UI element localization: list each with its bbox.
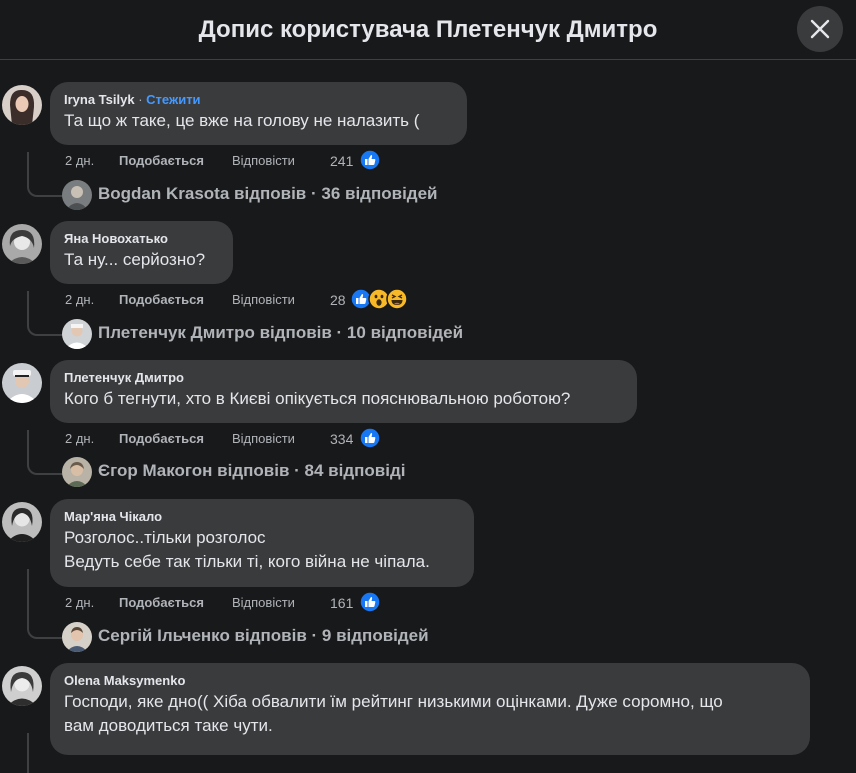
comment-time[interactable]: 2 дн. <box>65 429 94 449</box>
replies-summary: Єгор Макогон відповів · 84 відповіді <box>98 461 406 480</box>
avatar[interactable] <box>2 363 42 403</box>
replies-summary: Сергій Ільченко відповів · 9 відповідей <box>98 626 429 645</box>
like-button[interactable]: Подобається <box>119 151 204 171</box>
comment-text-line: Господи, яке дно(( Хіба обвалити їм рейт… <box>64 692 723 711</box>
thread-connector <box>27 291 65 336</box>
comment-bubble: Плетенчук Дмитро Кого б тегнути, хто в К… <box>50 360 637 423</box>
comment-bubble: Яна Новохатько Та ну... серйозно? <box>50 221 233 284</box>
reply-avatar <box>62 622 92 652</box>
reactions-count: 161 <box>330 595 354 611</box>
comment-author[interactable]: Iryna Tsilyk <box>64 92 135 107</box>
reply-avatar <box>62 457 92 487</box>
reactions-count: 28 <box>330 292 346 308</box>
comment-actions: 2 дн. Подобається Відповісти 28 <box>65 288 465 312</box>
avatar[interactable] <box>2 85 42 125</box>
dialog-header: Допис користувача Плетенчук Дмитро <box>0 0 856 60</box>
reactions-summary[interactable]: 241 <box>330 149 390 173</box>
comment-author[interactable]: Olena Maksymenko <box>64 672 797 690</box>
reply-avatar <box>62 180 92 210</box>
comment-author[interactable]: Яна Новохатько <box>64 230 220 248</box>
separator-dot: · <box>138 92 143 107</box>
comment-author[interactable]: Мар'яна Чікало <box>64 508 461 526</box>
thread-connector <box>27 733 65 773</box>
like-button[interactable]: Подобається <box>119 290 204 310</box>
haha-icon <box>386 288 408 310</box>
reply-button[interactable]: Відповісти <box>232 593 295 613</box>
comment-bubble: Мар'яна Чікало Розголос..тільки розголос… <box>50 499 474 587</box>
comment-text: Кого б тегнути, хто в Києві опікується п… <box>64 389 571 408</box>
reactions-count: 241 <box>330 153 354 169</box>
thread-connector <box>27 569 65 639</box>
replies-summary: Bogdan Krasota відповів · 36 відповідей <box>98 184 438 203</box>
avatar[interactable] <box>2 666 42 706</box>
reactions-summary[interactable]: 334 <box>330 427 390 451</box>
reactions-count: 334 <box>330 431 354 447</box>
close-button[interactable] <box>797 6 843 52</box>
comment-bubble: Iryna Tsilyk · Стежити Та що ж таке, це … <box>50 82 467 145</box>
comment-author[interactable]: Плетенчук Дмитро <box>64 369 624 387</box>
reply-button[interactable]: Відповісти <box>232 429 295 449</box>
comment-actions: 2 дн. Подобається Відповісти 161 <box>65 591 465 615</box>
reactions-summary[interactable]: 161 <box>330 591 390 615</box>
like-button[interactable]: Подобається <box>119 593 204 613</box>
comment-time[interactable]: 2 дн. <box>65 290 94 310</box>
avatar[interactable] <box>2 224 42 264</box>
reply-button[interactable]: Відповісти <box>232 151 295 171</box>
comment-text: Та що ж таке, це вже на голову не налази… <box>64 111 420 130</box>
comment-time[interactable]: 2 дн. <box>65 593 94 613</box>
like-button[interactable]: Подобається <box>119 429 204 449</box>
comment-text-line: Ведуть себе так тільки ті, кого війна не… <box>64 552 430 571</box>
thread-connector <box>27 430 65 475</box>
comment-actions: 2 дн. Подобається Відповісти 334 <box>65 427 465 451</box>
like-icon <box>359 427 381 449</box>
comment-bubble: Olena Maksymenko Господи, яке дно(( Хіба… <box>50 663 810 755</box>
comment-text-line: Розголос..тільки розголос <box>64 528 266 547</box>
reply-avatar <box>62 319 92 349</box>
comment-text-line: вам доводиться таке чути. <box>64 716 273 735</box>
comment-time[interactable]: 2 дн. <box>65 151 94 171</box>
dialog-title: Допис користувача Плетенчук Дмитро <box>198 16 658 43</box>
reply-button[interactable]: Відповісти <box>232 290 295 310</box>
follow-link[interactable]: Стежити <box>146 92 200 107</box>
thread-connector <box>27 152 65 197</box>
like-icon <box>359 149 381 171</box>
reactions-summary[interactable]: 28 <box>330 288 420 312</box>
comment-actions: 2 дн. Подобається Відповісти 241 <box>65 149 465 173</box>
avatar[interactable] <box>2 502 42 542</box>
replies-summary: Плетенчук Дмитро відповів · 10 відповіде… <box>98 323 464 342</box>
comment-text: Та ну... серйозно? <box>64 250 206 269</box>
like-icon <box>359 591 381 613</box>
